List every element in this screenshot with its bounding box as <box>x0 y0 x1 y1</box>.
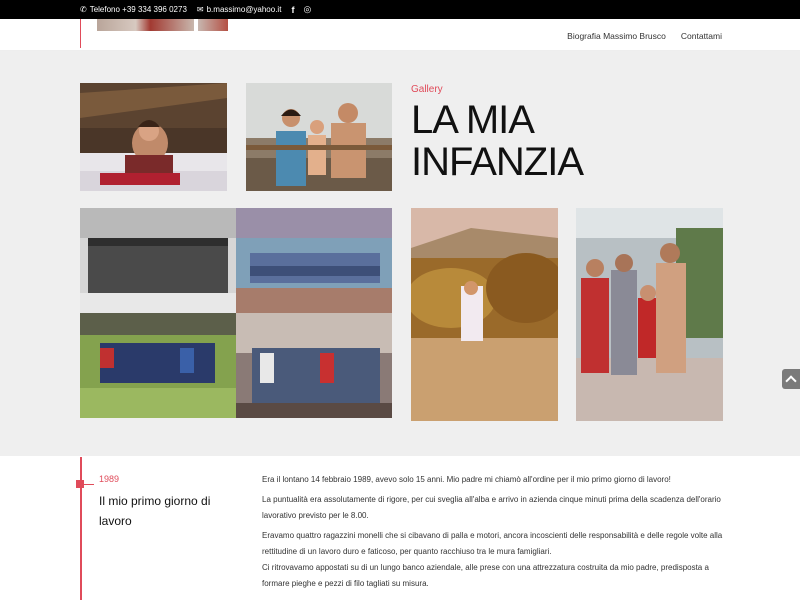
nav-item-contattami[interactable]: Contattami <box>681 31 722 41</box>
section-paragraph: Eravamo quattro ragazzini monelli che si… <box>262 531 723 556</box>
section-paragraph: Era il lontano 14 febbraio 1989, avevo s… <box>262 475 671 484</box>
section-paragraph: Ci ritrovavamo appostati su di un lungo … <box>262 563 709 588</box>
phone-icon: ✆ <box>80 5 87 14</box>
phone-text: Telefono +39 334 396 0273 <box>89 5 187 14</box>
email-contact[interactable]: ✉ b.massimo@yahoo.it <box>197 5 282 14</box>
gallery-label: Gallery <box>411 84 443 95</box>
top-bar: ✆ Telefono +39 334 396 0273 ✉ b.massimo@… <box>0 0 800 19</box>
instagram-icon[interactable]: ◎ <box>303 4 311 15</box>
envelope-icon: ✉ <box>196 5 204 14</box>
gallery-photo-family-beach[interactable] <box>246 83 392 191</box>
scroll-top-button[interactable] <box>782 369 800 389</box>
gallery-photo-toddler-field[interactable] <box>411 208 558 421</box>
gallery-photo-child-snow[interactable] <box>80 83 227 191</box>
section-title: Il mio primo giorno di lavoro <box>99 494 211 528</box>
header-accent-line <box>80 19 81 48</box>
page-title-line1: LA MIA <box>411 98 535 142</box>
timeline-tick <box>82 484 94 485</box>
header-photo-strip[interactable] <box>97 19 194 31</box>
nav-item-biografia[interactable]: Biografia Massimo Brusco <box>567 31 666 41</box>
phone-contact[interactable]: ✆ Telefono +39 334 396 0273 <box>80 5 187 14</box>
site-header: Biografia Massimo Brusco Contattami <box>0 19 800 51</box>
header-photo-strip-small[interactable] <box>198 19 228 31</box>
timeline-line <box>80 457 82 600</box>
facebook-icon[interactable]: f <box>291 5 294 15</box>
gallery-photo-family-standing[interactable] <box>576 208 723 421</box>
email-text: b.massimo@yahoo.it <box>206 5 282 14</box>
section-year: 1989 <box>99 474 120 484</box>
section-paragraph: La puntualità era assolutamente di rigor… <box>262 495 721 520</box>
page-title-line2: INFANZIA <box>411 140 584 184</box>
page-title: LA MIA INFANZIA <box>411 98 584 184</box>
gallery-photo-class-collage[interactable] <box>80 208 392 418</box>
main-nav: Biografia Massimo Brusco Contattami <box>567 31 722 41</box>
